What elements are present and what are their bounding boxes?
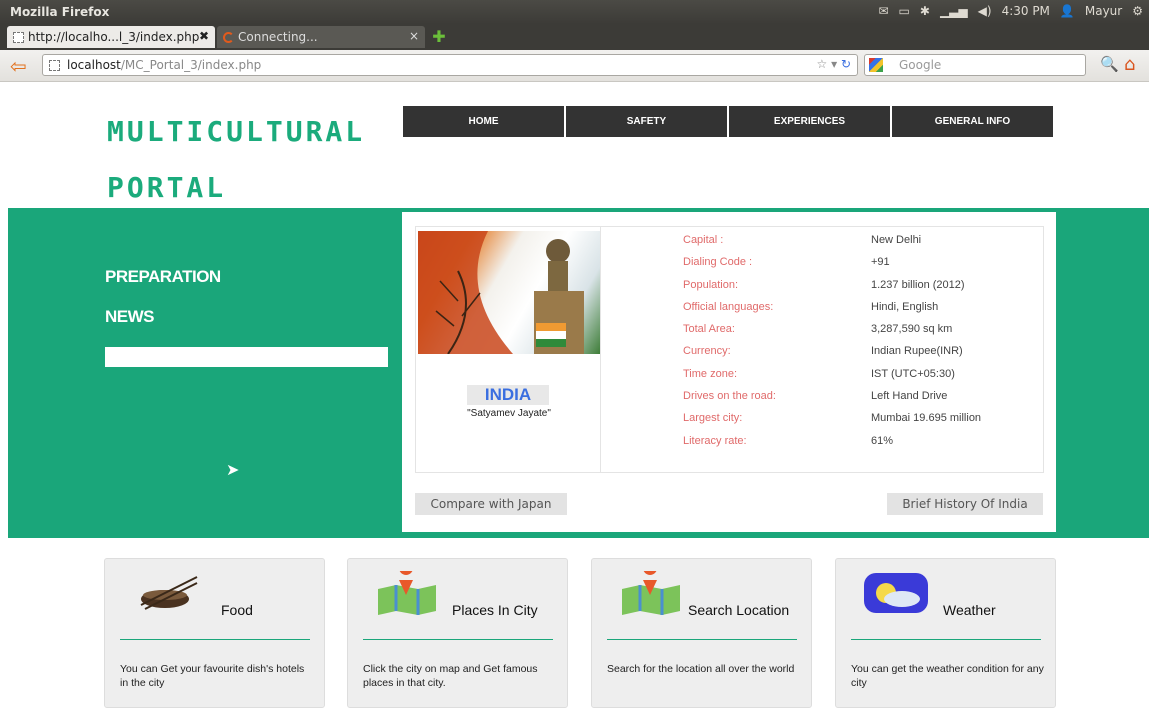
new-tab-plus-icon[interactable]: ✚ [430, 29, 448, 45]
fact-value: IST (UTC+05:30) [871, 367, 955, 380]
feature-description: Click the city on map and Get famous pla… [363, 663, 538, 689]
window-titlebar: Mozilla Firefox ✉ ▭ ✱ ▁▃▅ ◀) 4:30 PM 👤 M… [0, 0, 1149, 24]
fact-label: Largest city: [683, 412, 743, 425]
fact-value: Mumbai 19.695 million [871, 412, 982, 425]
feature-title: Weather [943, 602, 996, 618]
mouse-cursor-icon: ➤ [226, 460, 240, 479]
country-details: INDIA "Satyamev Jayate" Capital : New Del… [415, 226, 1044, 473]
tab-connecting[interactable]: Connecting... × [217, 26, 425, 48]
fact-label: Capital : [683, 234, 724, 246]
fact-value: New Delhi [871, 234, 922, 246]
navigation-toolbar: ⇦ localhost/MC_Portal_3/index.php ☆ ▾ ↻ … [0, 50, 1149, 82]
fact-value: Hindi, English [871, 300, 939, 313]
page-favicon-icon [13, 31, 24, 43]
country-info-card: INDIA "Satyamev Jayate" Capital : New Del… [402, 212, 1056, 532]
india-emblem-image [418, 231, 600, 354]
tab-title: http://localho...l_3/index.php [28, 30, 200, 44]
search-placeholder: Google [899, 58, 942, 72]
tab-title: Connecting... [238, 30, 318, 44]
fact-value: 1.237 billion (2012) [871, 278, 965, 291]
fact-label: Literacy rate: [683, 434, 747, 447]
feature-divider [607, 639, 797, 640]
signal-icon[interactable]: ▁▃▅ [940, 4, 968, 18]
main-nav: HOME SAFETY EXPERIENCES GENERAL INFO [403, 106, 1053, 137]
food-bowl-icon [140, 576, 198, 610]
web-page: MULTICULTURAL PORTAL HOME SAFETY EXPERIE… [0, 82, 1149, 708]
mail-icon[interactable]: ✉ [878, 4, 888, 18]
logo-line-1: MULTICULTURAL [107, 115, 366, 148]
fact-label: Currency: [683, 345, 731, 358]
feature-title: Search Location [688, 602, 790, 618]
search-icon[interactable]: 🔍 [1100, 55, 1119, 73]
feature-description: You can Get your favourite dish's hotels… [120, 663, 305, 689]
feature-card-food[interactable]: Food You can Get your favourite dish's h… [104, 558, 325, 708]
feature-description: Search for the location all over the wor… [607, 663, 795, 675]
system-tray: ✉ ▭ ✱ ▁▃▅ ◀) 4:30 PM 👤 Mayur ⚙ [878, 4, 1143, 18]
close-icon[interactable]: ✖ [199, 29, 209, 43]
fact-value: Indian Rupee(INR) [871, 345, 963, 358]
battery-icon[interactable]: ▭ [899, 4, 910, 18]
close-icon[interactable]: × [409, 29, 419, 43]
country-motto: "Satyamev Jayate" [467, 408, 551, 419]
details-divider [600, 227, 601, 472]
clock-text[interactable]: 4:30 PM [1002, 4, 1050, 18]
loading-spinner-icon [223, 31, 234, 43]
search-input[interactable]: Google [864, 54, 1086, 76]
fact-label: Official languages: [683, 300, 774, 313]
brief-history-button[interactable]: Brief History Of India [887, 493, 1043, 515]
feature-card-weather[interactable]: Weather You can get the weather conditio… [835, 558, 1056, 708]
window-title: Mozilla Firefox [10, 5, 110, 19]
map-pin-icon [378, 571, 436, 615]
page-favicon-icon [49, 60, 60, 71]
feature-divider [851, 639, 1041, 640]
feature-title: Places In City [452, 602, 538, 618]
nav-home[interactable]: HOME [403, 106, 564, 137]
sidebar-item-news[interactable]: NEWS [105, 307, 388, 327]
map-pin-icon [622, 571, 680, 615]
url-bar[interactable]: localhost/MC_Portal_3/index.php ☆ ▾ ↻ [42, 54, 858, 76]
nav-experiences[interactable]: EXPERIENCES [729, 106, 890, 137]
fact-label: Time zone: [683, 367, 738, 380]
fact-value: Left Hand Drive [871, 390, 948, 403]
fact-label: Dialing Code : [683, 256, 753, 269]
feature-divider [363, 639, 553, 640]
sidebar-item-preparation[interactable]: PREPARATION [105, 267, 388, 287]
back-arrow-icon[interactable]: ⇦ [10, 55, 34, 77]
fact-value: +91 [871, 256, 890, 269]
fact-label: Population: [683, 278, 739, 291]
feature-card-search-location[interactable]: Search Location Search for the location … [591, 558, 812, 708]
bluetooth-icon[interactable]: ✱ [920, 4, 930, 18]
hero-band: PREPARATION NEWS ABOUT INDIA ➤ INDIA "Sa… [8, 208, 1149, 538]
feature-card-places-in-city[interactable]: Places In City Click the city on map and… [347, 558, 568, 708]
nav-safety[interactable]: SAFETY [566, 106, 727, 137]
fact-label: Total Area: [683, 323, 735, 336]
fact-value: 3,287,590 sq km [871, 323, 953, 336]
compare-with-japan-button[interactable]: Compare with Japan [415, 493, 567, 515]
user-name[interactable]: Mayur [1085, 4, 1122, 18]
home-icon[interactable]: ⌂ [1124, 54, 1135, 75]
volume-icon[interactable]: ◀) [978, 4, 992, 18]
country-name: INDIA [467, 385, 549, 405]
url-path: /MC_Portal_3/index.php [120, 58, 262, 72]
tab-bar: http://localho...l_3/index.php ✖ Connect… [0, 24, 1149, 50]
reload-icon[interactable]: ↻ [841, 57, 851, 71]
fact-value: 61% [871, 434, 894, 447]
bookmark-star-icon[interactable]: ☆ ▾ ↻ [817, 57, 851, 71]
feature-title: Food [221, 602, 253, 618]
feature-description: You can get the weather condition for an… [851, 663, 1044, 689]
tab-index[interactable]: http://localho...l_3/index.php ✖ [7, 26, 215, 48]
feature-divider [120, 639, 310, 640]
site-logo[interactable]: MULTICULTURAL PORTAL [107, 104, 377, 216]
user-icon: 👤 [1059, 4, 1075, 18]
nav-general-info[interactable]: GENERAL INFO [892, 106, 1053, 137]
weather-icon [864, 573, 928, 613]
google-logo-icon [869, 58, 883, 72]
fact-label: Drives on the road: [683, 390, 776, 403]
gear-icon[interactable]: ⚙ [1132, 4, 1143, 18]
url-host: localhost [67, 58, 121, 72]
sidebar-item-about-india[interactable]: ABOUT INDIA [105, 347, 388, 367]
